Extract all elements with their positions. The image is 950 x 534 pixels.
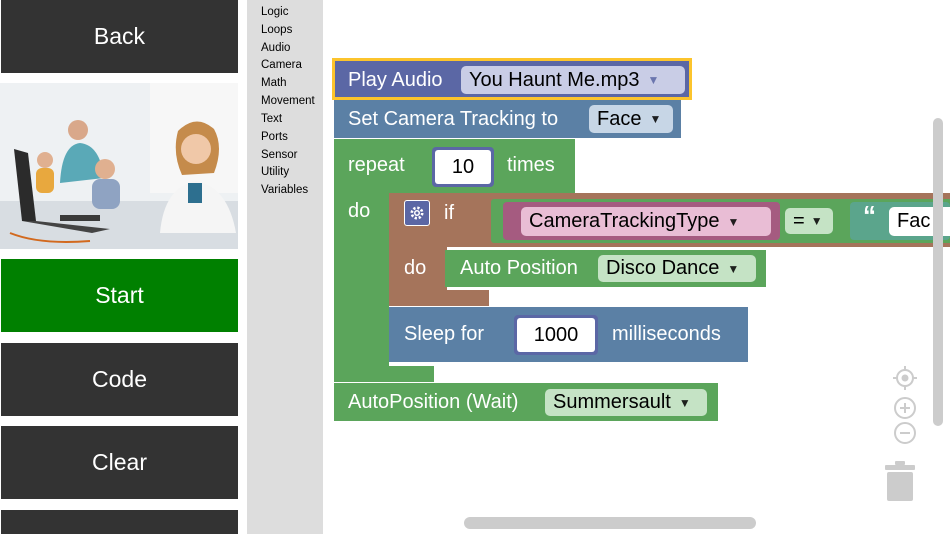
- toolbox-category-variables[interactable]: Variables: [261, 184, 308, 196]
- toolbox-category-audio[interactable]: Audio: [261, 42, 290, 54]
- variable-dropdown[interactable]: CameraTrackingType ▼: [521, 207, 771, 236]
- code-button[interactable]: Code: [1, 343, 238, 416]
- camera-tracking-dropdown[interactable]: Face ▼: [589, 105, 673, 133]
- text-value: Fac: [897, 210, 931, 232]
- repeat-label: repeat: [348, 154, 405, 176]
- toolbox-category-movement[interactable]: Movement: [261, 95, 315, 107]
- play-audio-label: Play Audio: [348, 69, 443, 91]
- horizontal-scrollbar[interactable]: [464, 517, 756, 529]
- toolbox-category-sensor[interactable]: Sensor: [261, 149, 297, 161]
- auto-position-label: Auto Position: [460, 257, 578, 279]
- chevron-down-icon: ▼: [647, 73, 660, 87]
- back-button-label: Back: [93, 23, 146, 49]
- left-nav-panel: Back Start Code Clear: [0, 0, 247, 534]
- gear-icon[interactable]: [404, 200, 430, 226]
- auto-position-dropdown[interactable]: Disco Dance ▼: [598, 255, 756, 282]
- toolbox-category-loops[interactable]: Loops: [261, 24, 292, 36]
- audio-file-dropdown[interactable]: You Haunt Me.mp3 ▼: [461, 66, 685, 94]
- chevron-down-icon: ▼: [727, 214, 740, 229]
- vertical-scrollbar[interactable]: [933, 118, 943, 426]
- sleep-label: Sleep for: [404, 323, 485, 345]
- repeat-count-field[interactable]: 10: [432, 147, 494, 187]
- trash-icon[interactable]: [884, 460, 916, 502]
- toolbox-category-text[interactable]: Text: [261, 113, 282, 125]
- code-button-label: Code: [92, 366, 147, 392]
- operator-value: =: [793, 209, 805, 232]
- start-button[interactable]: Start: [1, 259, 238, 332]
- chevron-down-icon: ▼: [810, 214, 823, 228]
- variable-name: CameraTrackingType: [529, 210, 720, 232]
- toolbox-category-camera[interactable]: Camera: [261, 59, 302, 71]
- camera-tracking-label: Set Camera Tracking to: [348, 108, 559, 130]
- toolbox-category-logic[interactable]: Logic: [261, 6, 289, 18]
- back-button[interactable]: Back: [1, 0, 238, 73]
- repeat-suffix: times: [507, 154, 555, 176]
- crosshair-icon[interactable]: [893, 366, 917, 390]
- zoom-out-icon[interactable]: [893, 421, 917, 445]
- toolbox-category-utility[interactable]: Utility: [261, 166, 289, 178]
- chevron-down-icon: ▼: [649, 112, 662, 126]
- toolbox-category-math[interactable]: Math: [261, 77, 287, 89]
- auto-position-value: Disco Dance: [606, 257, 720, 279]
- repeat-block-footer[interactable]: [334, 366, 434, 382]
- if-do-label: do: [404, 257, 427, 279]
- auto-position-wait-label: AutoPosition (Wait): [348, 391, 519, 413]
- if-block-footer[interactable]: [389, 290, 489, 306]
- operator-dropdown[interactable]: = ▼: [785, 208, 833, 234]
- chevron-down-icon: ▼: [678, 395, 691, 410]
- chevron-down-icon: ▼: [727, 261, 740, 276]
- auto-position-wait-dropdown[interactable]: Summersault ▼: [545, 389, 707, 416]
- next-nav-button[interactable]: [1, 510, 238, 534]
- repeat-count-value: 10: [435, 150, 491, 184]
- zoom-in-icon[interactable]: [893, 396, 917, 420]
- sleep-suffix: milliseconds: [612, 323, 721, 345]
- repeat-do-label: do: [348, 200, 371, 222]
- clear-button-label: Clear: [92, 449, 147, 475]
- if-label: if: [444, 202, 454, 224]
- sleep-duration-field[interactable]: 1000: [514, 315, 598, 355]
- lesson-photo: [0, 83, 238, 249]
- camera-tracking-value: Face: [597, 107, 642, 130]
- block-toolbox: Logic Loops Audio Camera Math Movement T…: [247, 0, 323, 534]
- toolbox-category-ports[interactable]: Ports: [261, 131, 288, 143]
- open-quote-icon: “: [863, 200, 876, 230]
- block-workspace[interactable]: repeat 10 times do if do CameraTrackingT…: [323, 0, 950, 534]
- auto-position-wait-value: Summersault: [553, 391, 671, 413]
- audio-file-value: You Haunt Me.mp3: [469, 68, 640, 91]
- sleep-duration-value: 1000: [517, 318, 595, 352]
- start-button-label: Start: [95, 282, 144, 308]
- clear-button[interactable]: Clear: [1, 426, 238, 499]
